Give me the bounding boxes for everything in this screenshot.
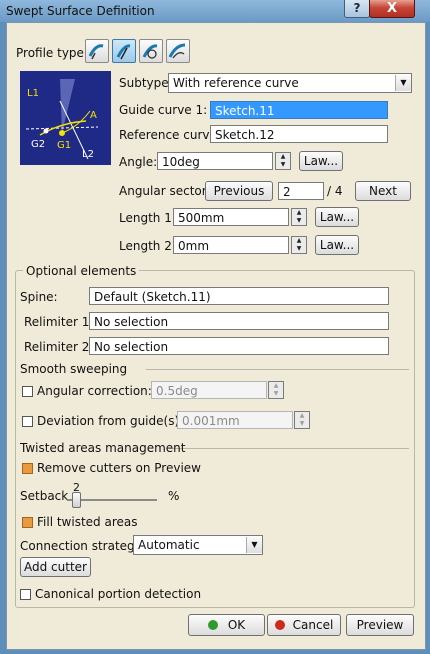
- close-button[interactable]: X: [369, 0, 415, 18]
- angle-spinner[interactable]: ▲ ▼: [275, 152, 291, 170]
- guide-curve-label: Guide curve 1:: [119, 103, 208, 117]
- subtype-value: With reference curve: [173, 76, 299, 90]
- relimiter2-label: Relimiter 2:: [24, 340, 94, 354]
- spin-down-icon[interactable]: ▼: [269, 390, 283, 398]
- canonical-label: Canonical portion detection: [35, 587, 202, 601]
- length1-spinner[interactable]: ▲ ▼: [291, 208, 307, 226]
- help-button[interactable]: ?: [344, 0, 370, 18]
- setback-label: Setback: [20, 489, 69, 503]
- length1-label: Length 1:: [119, 211, 176, 225]
- length2-label: Length 2:: [119, 239, 176, 253]
- connection-strategy-dropdown[interactable]: Automatic: [133, 535, 263, 555]
- connection-strategy-value: Automatic: [138, 538, 200, 552]
- spin-down-icon[interactable]: ▼: [292, 217, 306, 225]
- spine-field[interactable]: Default (Sketch.11): [89, 287, 389, 305]
- remove-cutters-label: Remove cutters on Preview: [37, 461, 201, 475]
- length2-law-button[interactable]: Law...: [315, 235, 359, 255]
- spin-down-icon[interactable]: ▼: [292, 245, 306, 253]
- fill-twisted-checkbox[interactable]: [22, 517, 33, 528]
- spin-down-icon[interactable]: ▼: [276, 161, 290, 169]
- smooth-sweeping-divider: [146, 369, 409, 370]
- window-title: Swept Surface Definition: [6, 4, 155, 18]
- relimiter2-field[interactable]: No selection: [89, 337, 389, 355]
- canonical-checkbox[interactable]: [20, 589, 31, 600]
- angular-sector-field[interactable]: 2: [278, 182, 324, 200]
- previous-button[interactable]: Previous: [205, 181, 273, 201]
- subtype-label: Subtype:: [119, 76, 173, 90]
- spin-down-icon[interactable]: ▼: [295, 420, 309, 428]
- add-cutter-button[interactable]: Add cutter: [20, 557, 91, 577]
- line-profile-icon[interactable]: [112, 39, 136, 63]
- spin-up-icon[interactable]: ▲: [292, 209, 306, 217]
- twisted-areas-divider: [170, 448, 409, 449]
- length1-law-button[interactable]: Law...: [315, 207, 359, 227]
- profile-type-label: Profile type:: [16, 46, 88, 60]
- angular-correction-checkbox[interactable]: [22, 386, 33, 397]
- diagram-label-l2: L2: [82, 149, 94, 160]
- explicit-profile-icon[interactable]: [85, 39, 109, 63]
- spin-up-icon[interactable]: ▲: [295, 412, 309, 420]
- smooth-sweeping-title: Smooth sweeping: [20, 362, 128, 376]
- spine-label: Spine:: [20, 290, 58, 304]
- angle-field[interactable]: 10deg: [157, 152, 273, 170]
- angular-sector-total: / 4: [327, 184, 343, 198]
- setback-slider-handle[interactable]: [72, 492, 81, 508]
- relimiter1-label: Relimiter 1:: [24, 315, 94, 329]
- setback-unit: %: [168, 489, 180, 503]
- ok-button[interactable]: OK: [188, 614, 265, 636]
- ok-icon: [207, 620, 218, 630]
- relimiter1-field[interactable]: No selection: [89, 312, 389, 330]
- remove-cutters-checkbox[interactable]: [22, 463, 33, 474]
- angle-law-button[interactable]: Law...: [299, 151, 343, 171]
- connection-strategy-label: Connection strategy:: [20, 539, 145, 553]
- angular-correction-field[interactable]: 0.5deg: [151, 381, 267, 399]
- deviation-checkbox[interactable]: [22, 416, 33, 427]
- deviation-field[interactable]: 0.001mm: [177, 411, 293, 429]
- preview-button[interactable]: Preview: [346, 614, 414, 636]
- diagram-label-g1: G1: [57, 140, 72, 151]
- circle-profile-icon[interactable]: [139, 39, 163, 63]
- diagram-label-a: A: [90, 110, 97, 121]
- cancel-button[interactable]: Cancel: [267, 614, 341, 636]
- spin-up-icon[interactable]: ▲: [292, 237, 306, 245]
- reference-curve-label: Reference curve:: [119, 128, 221, 142]
- reference-curve-field[interactable]: Sketch.12: [210, 125, 388, 143]
- diagram-label-g2: G2: [31, 139, 46, 150]
- cancel-icon: [274, 620, 285, 630]
- angular-correction-label: Angular correction:: [37, 384, 152, 398]
- length2-spinner[interactable]: ▲ ▼: [291, 236, 307, 254]
- subtype-chevron-down-icon[interactable]: ▼: [395, 75, 411, 91]
- cancel-label: Cancel: [292, 618, 334, 632]
- angular-sector-label: Angular sector:: [119, 184, 211, 198]
- spin-up-icon[interactable]: ▲: [269, 382, 283, 390]
- angular-correction-spinner[interactable]: ▲ ▼: [268, 381, 284, 399]
- angle-label: Angle:: [119, 155, 158, 169]
- length1-field[interactable]: 500mm: [173, 208, 289, 226]
- diagram-label-l1: L1: [27, 88, 39, 99]
- spin-up-icon[interactable]: ▲: [276, 153, 290, 161]
- guide-curve-field[interactable]: Sketch.11: [210, 101, 388, 119]
- subtype-dropdown[interactable]: With reference curve: [168, 73, 412, 93]
- length2-field[interactable]: 0mm: [173, 236, 289, 254]
- deviation-label: Deviation from guide(s):: [37, 414, 184, 428]
- ok-label: OK: [227, 618, 246, 632]
- optional-elements-title: Optional elements: [23, 264, 140, 278]
- fill-twisted-label: Fill twisted areas: [37, 515, 138, 529]
- conic-profile-icon[interactable]: [166, 39, 190, 63]
- connection-chevron-down-icon[interactable]: ▼: [246, 537, 262, 553]
- next-button[interactable]: Next: [355, 181, 411, 201]
- twisted-areas-title: Twisted areas management: [20, 441, 186, 455]
- deviation-spinner[interactable]: ▲ ▼: [294, 411, 310, 429]
